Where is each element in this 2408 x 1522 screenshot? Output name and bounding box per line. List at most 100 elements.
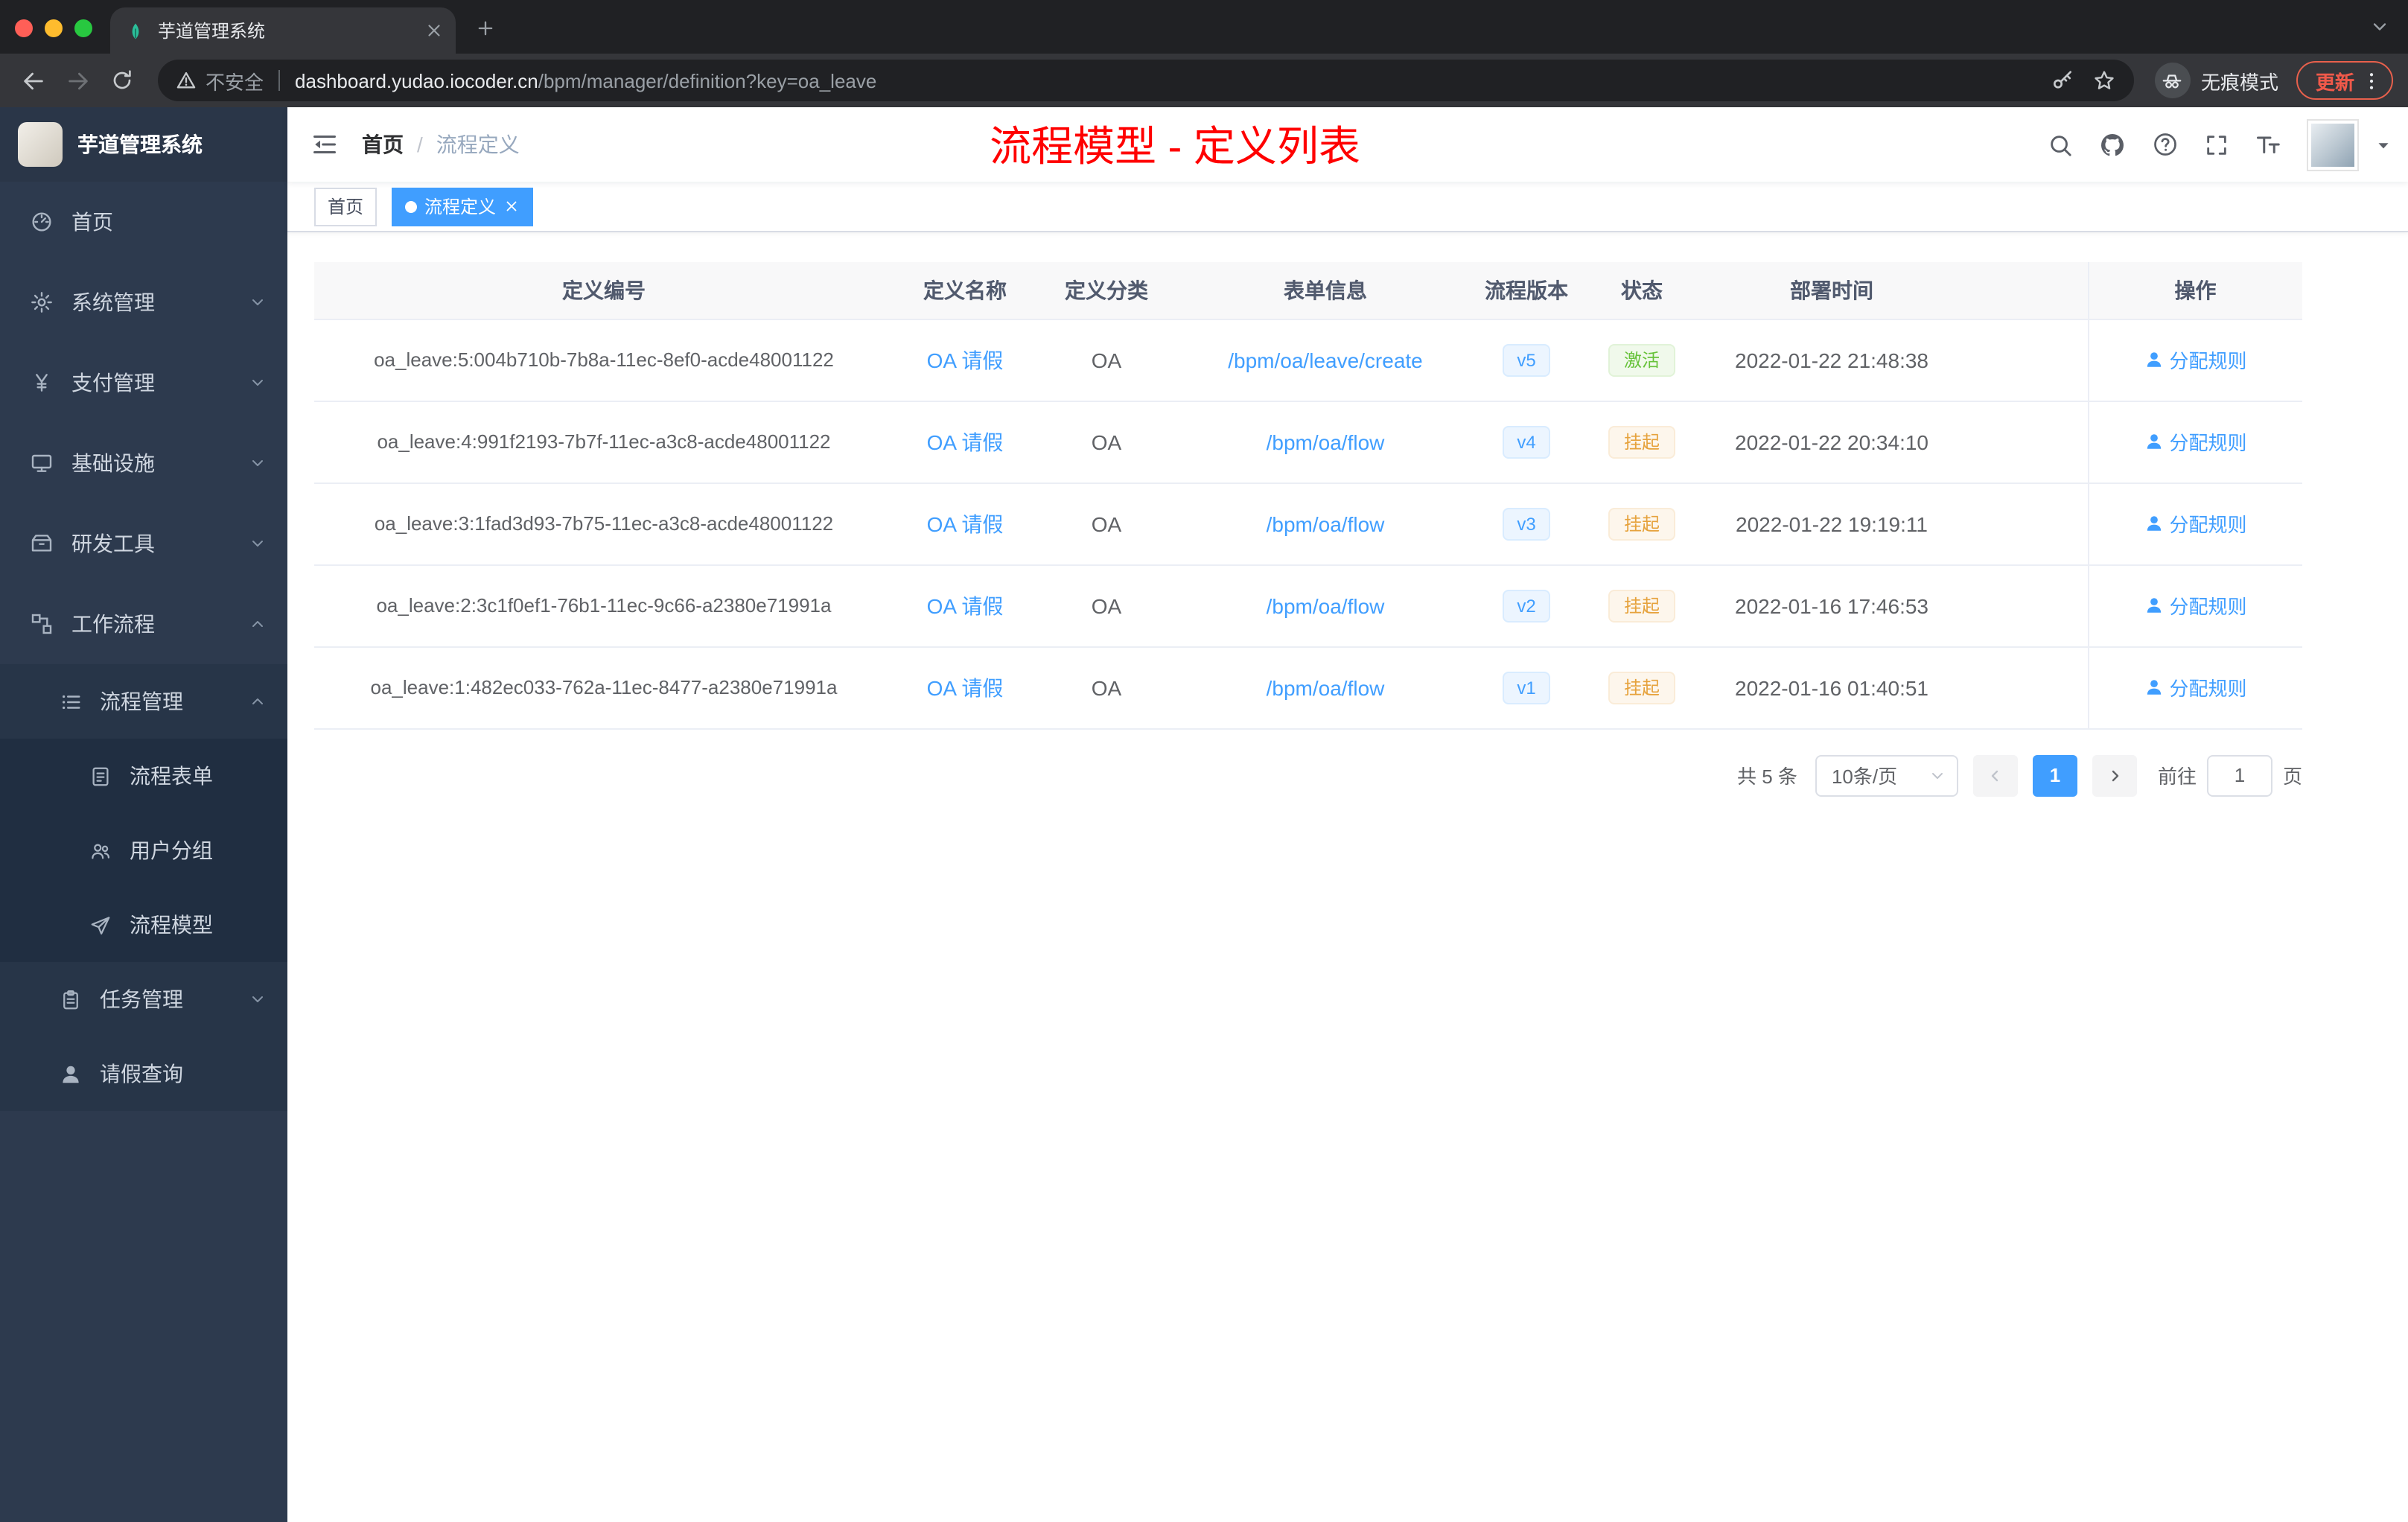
avatar-caret-down-icon[interactable] (2374, 135, 2393, 154)
next-page-button[interactable] (2092, 754, 2137, 796)
tag-label: 流程定义 (424, 197, 497, 217)
sidebar-item-payment-mgmt[interactable]: 支付管理 (0, 343, 287, 423)
maximize-window-button[interactable] (74, 19, 92, 37)
assign-rule-link[interactable]: 分配规则 (2144, 427, 2247, 456)
assign-rule-link[interactable]: 分配规则 (2144, 509, 2247, 538)
person-icon (2144, 350, 2163, 369)
password-key-icon[interactable] (2051, 69, 2074, 92)
sidebar-item-label: 基础设施 (71, 451, 155, 475)
assign-rule-link[interactable]: 分配规则 (2144, 346, 2247, 374)
sidebar-item-infrastructure[interactable]: 基础设施 (0, 423, 287, 503)
prev-page-button[interactable] (1972, 754, 2018, 796)
definition-name-link[interactable]: OA 请假 (927, 348, 1004, 372)
col-header-deploy-time: 部署时间 (1705, 262, 1958, 319)
gear-icon (30, 290, 54, 314)
assign-rule-link[interactable]: 分配规则 (2144, 591, 2247, 620)
sidebar-item-label: 流程模型 (130, 913, 213, 937)
page-size-select[interactable]: 10条/页 (1815, 754, 1958, 796)
version-tag: v4 (1502, 425, 1551, 458)
page-size-value: 10条/页 (1831, 765, 1898, 788)
not-secure-warning-icon (176, 70, 197, 91)
breadcrumb-home[interactable]: 首页 (362, 130, 404, 159)
col-header-definition-id: 定义编号 (314, 262, 894, 319)
user-avatar[interactable] (2307, 118, 2359, 171)
page-unit-label: 页 (2282, 765, 2302, 788)
tab-close-icon[interactable] (424, 21, 444, 40)
navbar-actions (2048, 118, 2408, 171)
sidebar-toggle-button[interactable] (287, 107, 362, 182)
help-question-icon[interactable] (2152, 131, 2179, 158)
sidebar-item-system-mgmt[interactable]: 系统管理 (0, 262, 287, 343)
col-header-status: 状态 (1579, 262, 1705, 319)
definition-name-link[interactable]: OA 请假 (927, 593, 1004, 617)
sidebar-item-process-model[interactable]: 流程模型 (0, 888, 287, 962)
sidebar-item-user-group[interactable]: 用户分组 (0, 813, 287, 888)
url-path: /bpm/manager/definition?key=oa_leave (538, 69, 877, 92)
address-bar[interactable]: 不安全 dashboard.yudao.iocoder.cn/bpm/manag… (158, 60, 2134, 101)
security-label[interactable]: 不安全 (206, 66, 264, 95)
assign-rule-link[interactable]: 分配规则 (2144, 673, 2247, 701)
incognito-label: 无痕模式 (2200, 71, 2278, 93)
minimize-window-button[interactable] (45, 19, 63, 37)
sidebar-item-process-mgmt[interactable]: 流程管理 (0, 664, 287, 739)
cell-category: OA (1036, 483, 1176, 565)
tag-home[interactable]: 首页 (314, 187, 378, 226)
tab-search-button[interactable] (2369, 13, 2390, 40)
cell-filler (1958, 319, 2088, 401)
version-tag: v5 (1502, 343, 1551, 376)
form-info-link[interactable]: /bpm/oa/flow (1267, 512, 1385, 535)
col-header-process-version: 流程版本 (1474, 262, 1579, 319)
list-icon (60, 690, 82, 713)
font-size-icon[interactable] (2255, 131, 2281, 158)
github-icon[interactable] (2098, 130, 2127, 159)
reload-button[interactable] (101, 60, 143, 101)
sidebar-logo[interactable]: 芋道管理系统 (0, 107, 287, 182)
definition-name-link[interactable]: OA 请假 (927, 430, 1004, 453)
chevron-up-icon (249, 615, 267, 633)
tag-process-definition[interactable]: 流程定义 (392, 187, 534, 226)
definition-name-link[interactable]: OA 请假 (927, 675, 1004, 699)
bookmark-star-icon[interactable] (2092, 69, 2116, 92)
new-tab-button[interactable] (465, 7, 506, 49)
sidebar-item-label: 首页 (71, 210, 113, 234)
table-row: oa_leave:1:482ec033-762a-11ec-8477-a2380… (314, 646, 2302, 729)
incognito-spy-icon (2162, 69, 2184, 92)
document-icon (89, 765, 112, 787)
tag-close-icon[interactable] (503, 198, 520, 214)
incognito-indicator: 无痕模式 (2154, 63, 2278, 98)
version-tag: v2 (1502, 589, 1551, 622)
sidebar-item-process-form[interactable]: 流程表单 (0, 739, 287, 813)
sidebar-item-workflow[interactable]: 工作流程 (0, 584, 287, 664)
chevron-down-icon (249, 293, 267, 311)
goto-page-input[interactable] (2206, 754, 2272, 796)
search-icon[interactable] (2048, 132, 2073, 157)
version-tag: v1 (1502, 671, 1551, 704)
cell-definition-id: oa_leave:5:004b710b-7b8a-11ec-8ef0-acde4… (314, 319, 894, 401)
toolbox-icon (30, 532, 54, 555)
form-info-link[interactable]: /bpm/oa/flow (1267, 675, 1385, 699)
hamburger-icon (311, 131, 338, 158)
tab-favicon-leaf-icon (125, 20, 146, 41)
forward-button[interactable] (57, 60, 98, 101)
page-number-button[interactable]: 1 (2032, 754, 2077, 796)
fullscreen-icon[interactable] (2204, 132, 2229, 157)
sidebar-item-task-mgmt[interactable]: 任务管理 (0, 962, 287, 1037)
browser-tab[interactable]: 芋道管理系统 (110, 7, 456, 54)
status-badge: 挂起 (1608, 671, 1675, 704)
form-info-link[interactable]: /bpm/oa/leave/create (1228, 348, 1423, 372)
sidebar-item-dev-tools[interactable]: 研发工具 (0, 503, 287, 584)
top-navbar: 首页 / 流程定义 流程模型 - 定义列表 (287, 107, 2408, 182)
chrome-update-button[interactable]: 更新 (2296, 61, 2393, 100)
incognito-icon-circle (2154, 63, 2191, 98)
back-button[interactable] (12, 60, 54, 101)
col-header-operation: 操作 (2087, 262, 2302, 319)
sidebar-item-label: 用户分组 (130, 838, 213, 862)
forward-arrow-icon (65, 68, 90, 93)
form-info-link[interactable]: /bpm/oa/flow (1267, 430, 1385, 453)
sidebar-item-leave-query[interactable]: 请假查询 (0, 1037, 287, 1111)
form-info-link[interactable]: /bpm/oa/flow (1267, 593, 1385, 617)
definition-name-link[interactable]: OA 请假 (927, 512, 1004, 535)
close-window-button[interactable] (15, 19, 33, 37)
sidebar-item-home[interactable]: 首页 (0, 182, 287, 262)
kebab-menu-icon[interactable] (2360, 69, 2383, 92)
